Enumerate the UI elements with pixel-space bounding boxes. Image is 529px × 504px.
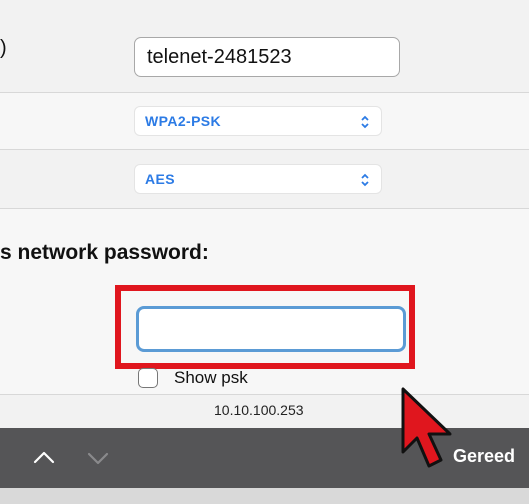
ip-address-text: 10.10.100.253 — [214, 402, 304, 418]
up-down-arrows-icon — [361, 115, 369, 129]
bottom-strip — [0, 488, 529, 504]
mouse-pointer-icon — [401, 387, 452, 468]
password-input[interactable] — [136, 306, 406, 352]
password-heading: s network password: — [0, 241, 209, 264]
up-down-arrows-icon — [361, 173, 369, 187]
show-psk-label: Show psk — [174, 368, 248, 387]
chevron-up-icon[interactable] — [32, 446, 56, 470]
authentication-select[interactable]: WPA2-PSK — [134, 106, 382, 136]
ssid-row: ) — [0, 0, 529, 93]
ssid-input[interactable] — [134, 37, 400, 77]
show-psk-checkbox[interactable] — [138, 368, 158, 388]
done-button[interactable]: Gereed — [453, 446, 515, 467]
ssid-label: ) — [0, 37, 7, 59]
encryption-select[interactable]: AES — [134, 164, 382, 194]
authentication-select-value: WPA2-PSK — [145, 113, 222, 129]
encryption-select-value: AES — [145, 171, 175, 187]
chevron-down-icon[interactable] — [86, 446, 110, 470]
